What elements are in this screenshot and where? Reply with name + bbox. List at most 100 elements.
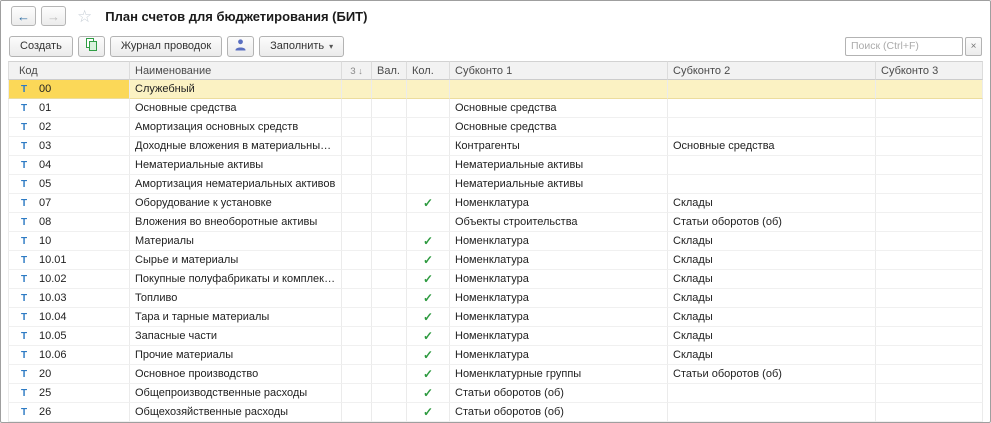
cell-offbalance[interactable] (342, 384, 372, 403)
col-header-offbalance-sort[interactable]: З ↓ (342, 61, 372, 80)
search-input[interactable] (845, 37, 963, 56)
account-row[interactable]: Т01 Основные средства Основные средства (8, 99, 983, 118)
cell-name[interactable]: Амортизация нематериальных активов (130, 175, 342, 194)
cell-code[interactable]: Т00 (8, 80, 130, 99)
cell-subconto1[interactable]: Номенклатура (450, 232, 668, 251)
copy-button[interactable] (78, 36, 105, 57)
cell-subconto1[interactable]: Номенклатура (450, 270, 668, 289)
favorite-star-icon[interactable]: ☆ (77, 8, 92, 25)
cell-subconto3[interactable] (876, 327, 983, 346)
cell-currency[interactable] (372, 175, 407, 194)
cell-code[interactable]: Т02 (8, 118, 130, 137)
cell-name[interactable]: Доходные вложения в материальные ценност… (130, 137, 342, 156)
cell-name[interactable]: Общепроизводственные расходы (130, 384, 342, 403)
cell-code[interactable]: Т25 (8, 384, 130, 403)
cell-name[interactable]: Вложения во внеоборотные активы (130, 213, 342, 232)
cell-code[interactable]: Т10.05 (8, 327, 130, 346)
cell-currency[interactable] (372, 99, 407, 118)
cell-quantity[interactable]: ✓ (407, 251, 450, 270)
account-row[interactable]: Т10.03 Топливо ✓ Номенклатура Склады (8, 289, 983, 308)
account-row[interactable]: Т20 Основное производство ✓ Номенклатурн… (8, 365, 983, 384)
cell-subconto3[interactable] (876, 213, 983, 232)
cell-currency[interactable] (372, 251, 407, 270)
cell-subconto2[interactable]: Основные средства (668, 137, 876, 156)
cell-name[interactable]: Основное производство (130, 365, 342, 384)
cell-subconto2[interactable] (668, 99, 876, 118)
cell-code[interactable]: Т10.04 (8, 308, 130, 327)
cell-subconto2[interactable]: Склады (668, 308, 876, 327)
cell-subconto2[interactable]: Статьи оборотов (об) (668, 213, 876, 232)
col-header-name[interactable]: Наименование (130, 61, 342, 80)
cell-name[interactable]: Оборудование к установке (130, 194, 342, 213)
cell-quantity[interactable]: ✓ (407, 289, 450, 308)
cell-subconto3[interactable] (876, 118, 983, 137)
cell-subconto2[interactable] (668, 80, 876, 99)
cell-subconto3[interactable] (876, 346, 983, 365)
account-row[interactable]: Т10.05 Запасные части ✓ Номенклатура Скл… (8, 327, 983, 346)
cell-quantity[interactable] (407, 118, 450, 137)
cell-currency[interactable] (372, 403, 407, 422)
cell-code[interactable]: Т03 (8, 137, 130, 156)
cell-name[interactable]: Топливо (130, 289, 342, 308)
cell-name[interactable]: Покупные полуфабрикаты и комплектующие и… (130, 270, 342, 289)
cell-subconto2[interactable]: Статьи оборотов (об) (668, 365, 876, 384)
cell-offbalance[interactable] (342, 403, 372, 422)
cell-subconto3[interactable] (876, 270, 983, 289)
cell-subconto3[interactable] (876, 156, 983, 175)
col-header-code[interactable]: Код (8, 61, 130, 80)
cell-subconto3[interactable] (876, 137, 983, 156)
cell-name[interactable]: Запасные части (130, 327, 342, 346)
cell-offbalance[interactable] (342, 118, 372, 137)
cell-subconto3[interactable] (876, 175, 983, 194)
cell-offbalance[interactable] (342, 346, 372, 365)
cell-quantity[interactable]: ✓ (407, 365, 450, 384)
cell-subconto3[interactable] (876, 99, 983, 118)
cell-subconto2[interactable]: Склады (668, 232, 876, 251)
cell-currency[interactable] (372, 156, 407, 175)
cell-subconto3[interactable] (876, 251, 983, 270)
cell-offbalance[interactable] (342, 289, 372, 308)
cell-code[interactable]: Т10.02 (8, 270, 130, 289)
cell-subconto2[interactable] (668, 156, 876, 175)
cell-subconto1[interactable]: Номенклатура (450, 289, 668, 308)
cell-quantity[interactable]: ✓ (407, 346, 450, 365)
cell-subconto2[interactable]: Склады (668, 194, 876, 213)
search-clear-button[interactable]: × (965, 37, 982, 56)
cell-subconto1[interactable]: Нематериальные активы (450, 175, 668, 194)
cell-offbalance[interactable] (342, 251, 372, 270)
cell-quantity[interactable]: ✓ (407, 232, 450, 251)
cell-name[interactable]: Сырье и материалы (130, 251, 342, 270)
cell-offbalance[interactable] (342, 156, 372, 175)
cell-subconto3[interactable] (876, 194, 983, 213)
cell-code[interactable]: Т01 (8, 99, 130, 118)
cell-offbalance[interactable] (342, 365, 372, 384)
col-header-subconto2[interactable]: Субконто 2 (668, 61, 876, 80)
col-header-quantity[interactable]: Кол. (407, 61, 450, 80)
cell-currency[interactable] (372, 365, 407, 384)
cell-code[interactable]: Т10.03 (8, 289, 130, 308)
cell-offbalance[interactable] (342, 327, 372, 346)
cell-subconto3[interactable] (876, 365, 983, 384)
cell-subconto1[interactable] (450, 80, 668, 99)
cell-code[interactable]: Т26 (8, 403, 130, 422)
cell-subconto1[interactable]: Статьи оборотов (об) (450, 403, 668, 422)
cell-currency[interactable] (372, 327, 407, 346)
cell-name[interactable]: Тара и тарные материалы (130, 308, 342, 327)
cell-subconto1[interactable]: Основные средства (450, 99, 668, 118)
cell-subconto2[interactable]: Склады (668, 270, 876, 289)
cell-subconto3[interactable] (876, 232, 983, 251)
cell-subconto3[interactable] (876, 403, 983, 422)
cell-currency[interactable] (372, 137, 407, 156)
cell-name[interactable]: Амортизация основных средств (130, 118, 342, 137)
cell-subconto1[interactable]: Номенклатура (450, 327, 668, 346)
cell-name[interactable]: Нематериальные активы (130, 156, 342, 175)
cell-offbalance[interactable] (342, 175, 372, 194)
cell-code[interactable]: Т10.06 (8, 346, 130, 365)
journal-button[interactable]: Журнал проводок (110, 36, 222, 57)
cell-subconto3[interactable] (876, 308, 983, 327)
account-row[interactable]: Т10.04 Тара и тарные материалы ✓ Номенкл… (8, 308, 983, 327)
cell-subconto1[interactable]: Номенклатура (450, 251, 668, 270)
cell-subconto1[interactable]: Номенклатура (450, 194, 668, 213)
create-button[interactable]: Создать (9, 36, 73, 57)
cell-subconto2[interactable]: Склады (668, 289, 876, 308)
